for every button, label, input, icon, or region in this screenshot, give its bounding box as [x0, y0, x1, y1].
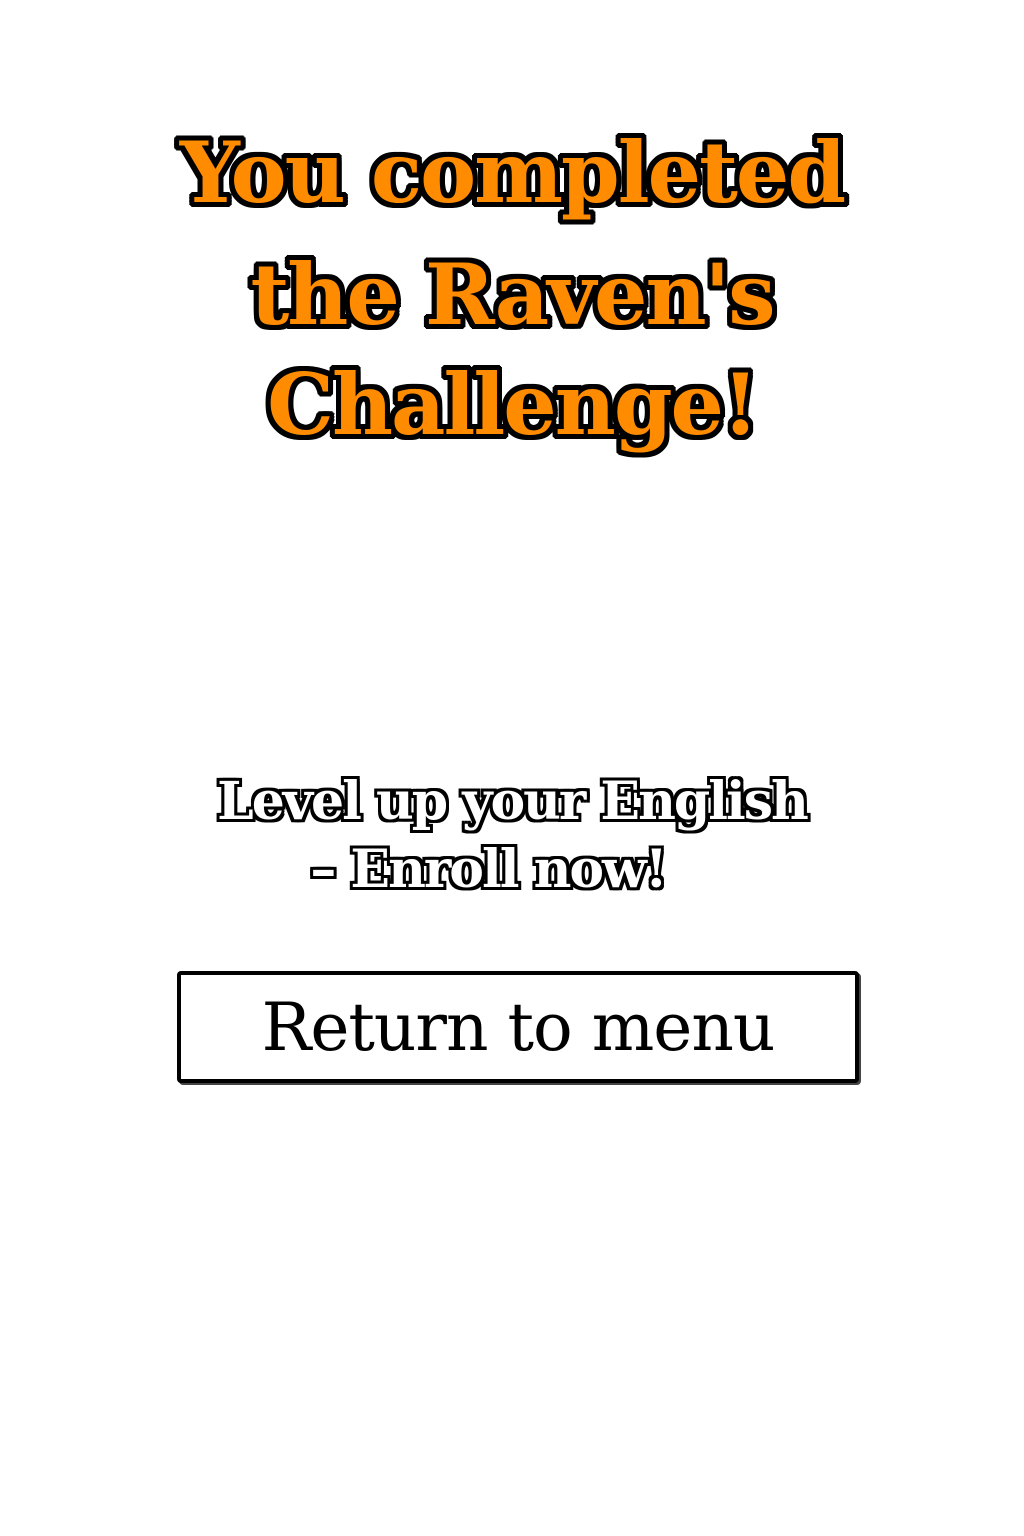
completion-screen: You completed the Raven's Challenge! Lev…: [0, 0, 1024, 1536]
return-to-menu-button[interactable]: Return to menu: [177, 971, 859, 1083]
completion-title-line-1: You completed: [179, 123, 846, 222]
promo-text-line-1: Level up your English: [217, 771, 809, 832]
promo-text-line-2: – Enroll now!: [310, 839, 667, 900]
return-to-menu-label: Return to menu: [261, 988, 776, 1066]
completion-title-line-2: the Raven's Challenge!: [250, 245, 775, 454]
